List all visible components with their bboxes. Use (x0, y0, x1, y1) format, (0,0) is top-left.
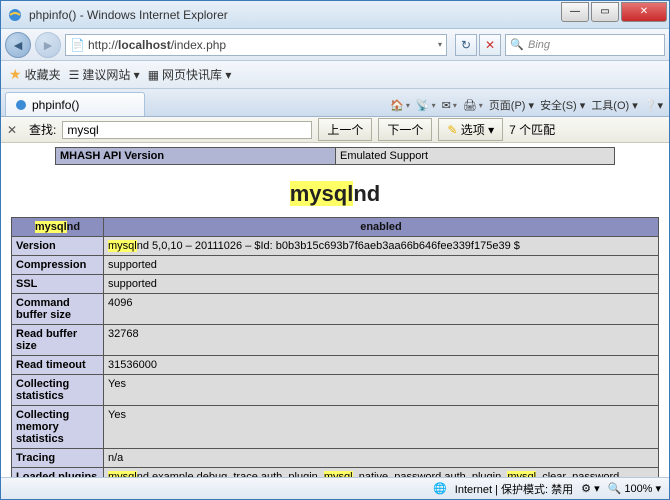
find-bar: ✕ 查找: 上一个 下一个 ✎ 选项 ▾ 7 个匹配 (1, 117, 669, 143)
table-row: SSLsupported (12, 275, 659, 294)
favorites-button[interactable]: ★收藏夹 (9, 66, 61, 83)
security-zone: Internet | 保护模式: 禁用 (455, 481, 573, 497)
maximize-button[interactable]: ▭ (591, 2, 619, 22)
row-key: Collecting memory statistics (12, 406, 104, 449)
row-key: Read buffer size (12, 325, 104, 356)
table-row: Tracingn/a (12, 449, 659, 468)
page-menu[interactable]: 页面(P) ▾ (489, 97, 534, 113)
navbar: ◄ ► 📄 http://localhost/index.php ▾ ↻ ✕ 🔍… (1, 29, 669, 61)
col-header-right: enabled (104, 218, 659, 237)
globe-icon: 🌐 (433, 482, 447, 495)
row-val: 4096 (104, 294, 659, 325)
find-label: 查找: (29, 121, 56, 138)
folder-icon: ☰ (69, 68, 80, 82)
status-bar: 🌐 Internet | 保护模式: 禁用 ⚙ ▾ 🔍 100% ▾ (1, 477, 669, 499)
close-button[interactable]: ✕ (621, 2, 667, 22)
row-val: supported (104, 275, 659, 294)
search-icon: 🔍 (510, 38, 524, 51)
ie-window: phpinfo() - Windows Internet Explorer — … (0, 0, 670, 500)
find-matches: 7 个匹配 (509, 121, 555, 138)
row-key: Compression (12, 256, 104, 275)
window-buttons: — ▭ ✕ (559, 2, 667, 22)
tab-phpinfo[interactable]: phpinfo() (5, 92, 145, 116)
find-input[interactable] (62, 121, 312, 139)
table-row: Collecting memory statisticsYes (12, 406, 659, 449)
mhash-val: Emulated Support (336, 148, 615, 165)
find-close-icon[interactable]: ✕ (7, 123, 23, 137)
row-val: 32768 (104, 325, 659, 356)
feeds-button[interactable]: 📡▾ (416, 99, 436, 112)
mhash-key: MHASH API Version (56, 148, 336, 165)
tools-menu[interactable]: 工具(O) ▾ (591, 97, 637, 113)
address-bar[interactable]: 📄 http://localhost/index.php ▾ (65, 34, 447, 56)
table-row: Read buffer size32768 (12, 325, 659, 356)
table-row: Versionmysqlnd 5,0,10 – 20111026 – $Id: … (12, 237, 659, 256)
table-row: Compressionsupported (12, 256, 659, 275)
zoom-control[interactable]: 🔍 100% ▾ (608, 482, 661, 495)
tabbar: phpinfo() 🏠▾ 📡▾ ✉▾ 🖨▾ 页面(P) ▾ 安全(S) ▾ 工具… (1, 89, 669, 117)
search-box[interactable]: 🔍 Bing (505, 34, 665, 56)
row-key: Tracing (12, 449, 104, 468)
table-row: Collecting statisticsYes (12, 375, 659, 406)
refresh-button[interactable]: ↻ (455, 34, 477, 56)
highlight-icon: ✎ (447, 123, 457, 137)
suggested-sites[interactable]: ☰建议网站 ▾ (69, 66, 140, 83)
row-key: Command buffer size (12, 294, 104, 325)
table-row: Loaded plugins mysqlnd,example,debug_tra… (12, 468, 659, 478)
tab-title: phpinfo() (32, 98, 79, 112)
row-val: Yes (104, 375, 659, 406)
help-button[interactable]: ❔▾ (644, 99, 663, 112)
mysqlnd-table: mysqlnd enabled Versionmysqlnd 5,0,10 – … (11, 217, 659, 477)
titlebar: phpinfo() - Windows Internet Explorer — … (1, 1, 669, 29)
table-row: Read timeout31536000 (12, 356, 659, 375)
command-bar: 🏠▾ 📡▾ ✉▾ 🖨▾ 页面(P) ▾ 安全(S) ▾ 工具(O) ▾ ❔▾ (384, 97, 669, 116)
find-prev-button[interactable]: 上一个 (318, 118, 372, 141)
search-placeholder: Bing (528, 39, 550, 51)
safety-menu[interactable]: 安全(S) ▾ (540, 97, 585, 113)
row-val: supported (104, 256, 659, 275)
page-content: MHASH API Version Emulated Support mysql… (1, 143, 669, 477)
stop-button[interactable]: ✕ (479, 34, 501, 56)
url-buttons: ↻ ✕ (455, 34, 501, 56)
star-icon: ★ (9, 66, 22, 83)
row-val: mysqlnd,example,debug_trace,auth_plugin_… (104, 468, 659, 478)
row-key: Collecting statistics (12, 375, 104, 406)
row-val: Yes (104, 406, 659, 449)
web-slice[interactable]: ▦网页快讯库 ▾ (148, 66, 232, 83)
ie-icon (7, 7, 23, 23)
ie-tab-icon (14, 98, 28, 112)
row-key: Version (12, 237, 104, 256)
section-header: mysqlnd (11, 181, 659, 207)
row-val: n/a (104, 449, 659, 468)
back-button[interactable]: ◄ (5, 32, 31, 58)
minimize-button[interactable]: — (561, 2, 589, 22)
find-next-button[interactable]: 下一个 (378, 118, 432, 141)
home-button[interactable]: 🏠▾ (390, 99, 410, 112)
protected-mode-icon[interactable]: ⚙ ▾ (581, 482, 599, 495)
url-text: http://localhost/index.php (88, 38, 438, 52)
row-key: Read timeout (12, 356, 104, 375)
row-val: mysqlnd 5,0,10 – 20111026 – $Id: b0b3b15… (104, 237, 659, 256)
row-key: Loaded plugins (12, 468, 104, 478)
print-button[interactable]: 🖨▾ (463, 99, 483, 112)
window-title: phpinfo() - Windows Internet Explorer (29, 8, 559, 22)
url-dropdown-icon[interactable]: ▾ (438, 40, 442, 49)
forward-button[interactable]: ► (35, 32, 61, 58)
row-key: SSL (12, 275, 104, 294)
slice-icon: ▦ (148, 68, 159, 82)
mhash-table: MHASH API Version Emulated Support (55, 147, 615, 165)
row-val: 31536000 (104, 356, 659, 375)
page-icon: 📄 (70, 38, 84, 52)
col-header-left: mysqlnd (12, 218, 104, 237)
section-hl: mysql (290, 181, 354, 206)
favorites-bar: ★收藏夹 ☰建议网站 ▾ ▦网页快讯库 ▾ (1, 61, 669, 89)
table-row: Command buffer size4096 (12, 294, 659, 325)
mail-button[interactable]: ✉▾ (442, 99, 457, 112)
find-options-button[interactable]: ✎ 选项 ▾ (438, 118, 503, 141)
